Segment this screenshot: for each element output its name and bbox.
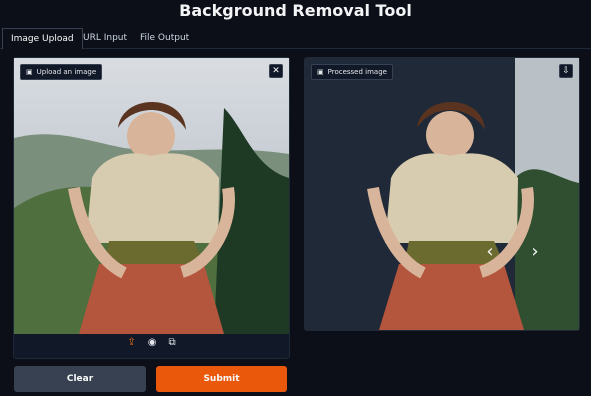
tab-url-input[interactable]: URL Input	[75, 28, 135, 48]
tab-image-upload[interactable]: Image Upload	[2, 28, 83, 49]
webcam-icon[interactable]: ◉	[148, 337, 157, 348]
output-panel: ▣ Processed image ⇩ ‹ ›	[304, 57, 580, 331]
source-icons: ⇪ ◉ ⧉	[14, 337, 289, 348]
tab-bar: Image Upload URL Input File Output	[0, 28, 591, 49]
processed-image: ▣ Processed image ⇩ ‹ ›	[305, 58, 579, 330]
upload-label: ▣ Upload an image	[20, 64, 103, 80]
submit-button[interactable]: Submit	[156, 366, 287, 392]
image-icon: ▣	[317, 68, 324, 76]
app-title: Background Removal Tool	[179, 1, 412, 20]
processed-image-canvas	[305, 58, 579, 330]
previous-arrow-icon[interactable]: ‹	[480, 240, 500, 264]
input-image: ▣ Upload an image ✕	[14, 58, 289, 334]
upload-label-text: Upload an image	[36, 68, 97, 76]
close-icon[interactable]: ✕	[269, 64, 283, 78]
clear-button[interactable]: Clear	[14, 366, 146, 392]
upload-panel: ▣ Upload an image ✕ ⇪ ◉ ⧉	[13, 57, 290, 359]
input-image-canvas	[14, 58, 289, 334]
next-arrow-icon[interactable]: ›	[525, 240, 545, 264]
tab-file-output[interactable]: File Output	[132, 28, 197, 48]
image-icon: ▣	[26, 68, 33, 76]
processed-label-text: Processed image	[327, 68, 387, 76]
processed-label: ▣ Processed image	[311, 64, 393, 80]
download-icon[interactable]: ⇩	[559, 64, 573, 78]
clipboard-icon[interactable]: ⧉	[168, 337, 175, 348]
upload-icon[interactable]: ⇪	[127, 337, 135, 348]
